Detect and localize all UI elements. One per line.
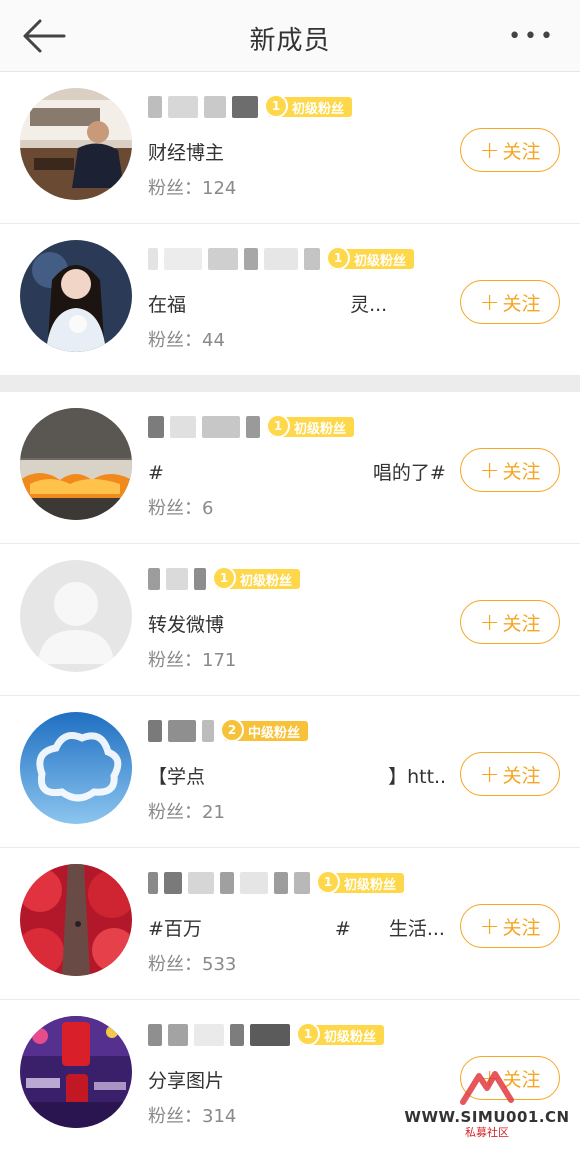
member-name[interactable]: 1 初级粉丝 xyxy=(148,868,405,898)
follow-button[interactable]: + 关注 xyxy=(460,280,560,324)
follow-label: 关注 xyxy=(502,140,541,163)
fan-badge: 2 中级粉丝 xyxy=(220,718,309,742)
default-avatar-icon[interactable] xyxy=(20,560,132,672)
fans-count: 粉丝：533 xyxy=(148,954,237,975)
avatar[interactable] xyxy=(20,712,132,824)
badge-level-icon: 1 xyxy=(264,94,288,118)
badge-label: 中级粉丝 xyxy=(248,725,301,741)
follow-button[interactable]: + 关注 xyxy=(460,600,560,644)
member-name[interactable]: 1 初级粉丝 xyxy=(148,412,355,442)
follow-label: 关注 xyxy=(502,460,541,483)
badge-label: 初级粉丝 xyxy=(240,573,293,589)
badge-level-icon: 1 xyxy=(266,414,290,438)
avatar[interactable] xyxy=(20,864,132,976)
follow-label: 关注 xyxy=(502,764,541,787)
plus-icon: + xyxy=(479,760,500,788)
plus-icon: + xyxy=(479,288,500,316)
avatar[interactable] xyxy=(20,88,132,200)
badge-label: 初级粉丝 xyxy=(294,421,347,437)
badge-level-icon: 1 xyxy=(212,566,236,590)
member-description: #百万 # 生活... xyxy=(148,918,445,940)
avatar[interactable] xyxy=(20,1016,132,1128)
member-description: 【学点 】htt... xyxy=(148,766,448,788)
fan-badge: 1 初级粉丝 xyxy=(266,414,355,438)
section-divider xyxy=(0,376,580,392)
badge-label: 初级粉丝 xyxy=(354,253,407,269)
fans-count: 粉丝：21 xyxy=(148,802,225,823)
fan-badge: 1 初级粉丝 xyxy=(264,94,353,118)
member-description: 财经博主 xyxy=(148,142,225,164)
badge-label: 初级粉丝 xyxy=(324,1029,377,1045)
member-description: 转发微博 xyxy=(148,614,225,636)
member-name[interactable]: 1 初级粉丝 xyxy=(148,564,301,594)
badge-label: 初级粉丝 xyxy=(344,877,397,893)
badge-level-icon: 2 xyxy=(220,718,244,742)
follow-label: 关注 xyxy=(502,916,541,939)
member-row[interactable]: 1 初级粉丝 财经博主 粉丝：124 + 关注 xyxy=(0,72,580,224)
member-name[interactable]: 1 初级粉丝 xyxy=(148,92,353,122)
member-name[interactable]: 2 中级粉丝 xyxy=(148,716,309,746)
follow-button[interactable]: + 关注 xyxy=(460,752,560,796)
page-title: 新成员 xyxy=(249,26,331,56)
fans-count: 粉丝：6 xyxy=(148,498,214,519)
top-bar: 新成员 ••• xyxy=(0,0,580,72)
member-row[interactable]: 1 初级粉丝 #百万 # 生活... 粉丝：533 + 关注 xyxy=(0,848,580,1000)
fan-badge: 1 初级粉丝 xyxy=(316,870,405,894)
plus-icon: + xyxy=(479,456,500,484)
follow-label: 关注 xyxy=(502,612,541,635)
plus-icon: + xyxy=(479,136,500,164)
fans-count: 粉丝：44 xyxy=(148,330,225,351)
avatar[interactable] xyxy=(20,240,132,352)
fans-count: 粉丝：171 xyxy=(148,650,237,671)
follow-button[interactable]: + 关注 xyxy=(460,128,560,172)
avatar[interactable] xyxy=(20,408,132,520)
fan-badge: 1 初级粉丝 xyxy=(212,566,301,590)
fans-count: 粉丝：314 xyxy=(148,1106,237,1127)
follow-label: 关注 xyxy=(502,292,541,315)
member-description: 在福 灵... xyxy=(148,294,388,316)
more-dots-icon[interactable]: ••• xyxy=(508,24,556,49)
badge-label: 初级粉丝 xyxy=(292,101,345,117)
watermark: WWW.SIMU001.CN 私募社区 xyxy=(402,1070,572,1140)
member-name[interactable]: 1 初级粉丝 xyxy=(148,1020,385,1050)
plus-icon: + xyxy=(479,912,500,940)
follow-button[interactable]: + 关注 xyxy=(460,448,560,492)
watermark-logo-icon xyxy=(460,1071,514,1105)
member-row[interactable]: 1 初级粉丝 转发微博 粉丝：171 + 关注 xyxy=(0,544,580,696)
member-description: # 唱的了# xyxy=(148,462,446,484)
fan-badge: 1 初级粉丝 xyxy=(326,246,415,270)
watermark-label: 私募社区 xyxy=(465,1126,509,1139)
badge-level-icon: 1 xyxy=(296,1022,320,1046)
member-name[interactable]: 1 初级粉丝 xyxy=(148,244,415,274)
badge-level-icon: 1 xyxy=(326,246,350,270)
fans-count: 粉丝：124 xyxy=(148,178,237,199)
member-row[interactable]: 1 初级粉丝 # 唱的了# 粉丝：6 + 关注 xyxy=(0,392,580,544)
member-row[interactable]: 2 中级粉丝 【学点 】htt... 粉丝：21 + 关注 xyxy=(0,696,580,848)
badge-level-icon: 1 xyxy=(316,870,340,894)
fan-badge: 1 初级粉丝 xyxy=(296,1022,385,1046)
plus-icon: + xyxy=(479,608,500,636)
follow-button[interactable]: + 关注 xyxy=(460,904,560,948)
member-row[interactable]: 1 初级粉丝 在福 灵... 粉丝：44 + 关注 xyxy=(0,224,580,376)
